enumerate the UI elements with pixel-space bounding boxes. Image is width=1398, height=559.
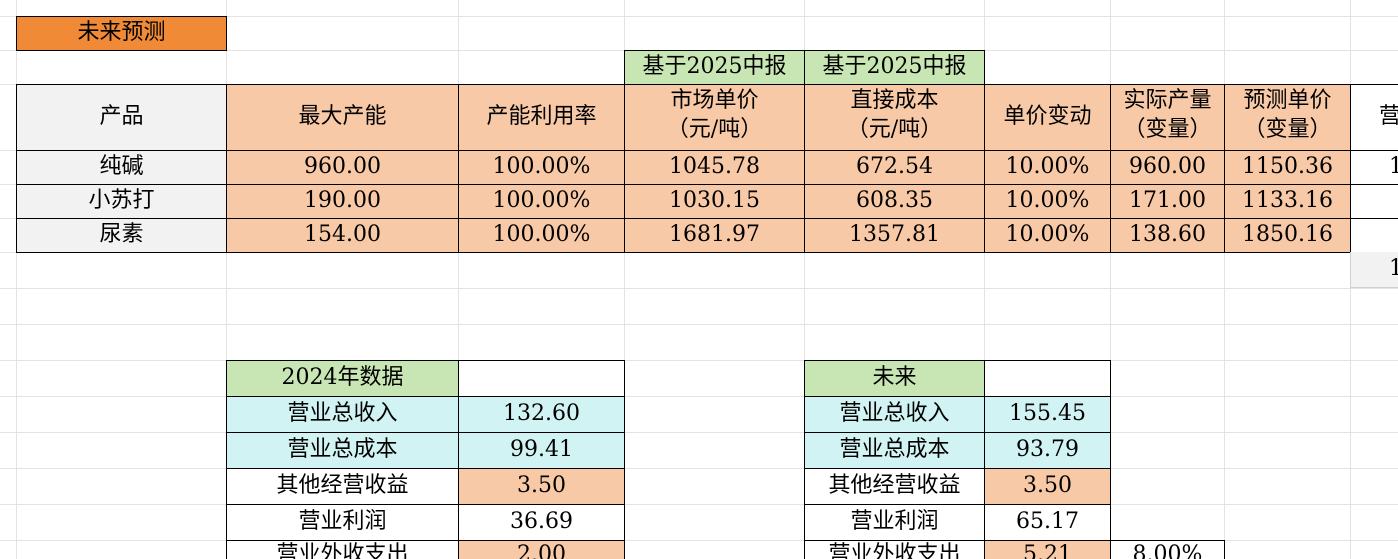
gridline [0, 396, 1398, 397]
data-future-value[interactable]: 155.45 [984, 396, 1111, 433]
data-2024-label[interactable]: 营业外收支出 [226, 540, 459, 559]
data-2024-header-value[interactable] [458, 360, 625, 397]
data-future-extra-rate[interactable]: 8.00% [1110, 540, 1225, 559]
gridline [0, 504, 1398, 505]
data-2024-value[interactable]: 3.50 [458, 468, 625, 505]
data-2024-header[interactable]: 2024年数据 [226, 360, 459, 397]
cell-revenue-cut[interactable] [1350, 184, 1398, 219]
cell-max-capacity[interactable]: 190.00 [226, 184, 459, 219]
data-2024-value[interactable]: 2.00 [458, 540, 625, 559]
gridline [0, 468, 1398, 469]
header-actual-output[interactable]: 实际产量 （变量） [1110, 84, 1225, 151]
cell-utilization[interactable]: 100.00% [458, 150, 625, 185]
data-future-value[interactable]: 5.21 [984, 540, 1111, 559]
data-future-label[interactable]: 营业总收入 [804, 396, 985, 433]
cell-revenue-total-cut[interactable]: 1 [1350, 252, 1398, 288]
header-actual-output-line2: （变量） [1123, 116, 1212, 142]
cell-price-change[interactable]: 10.00% [984, 150, 1111, 185]
header-forecast-price[interactable]: 预测单价 （变量） [1224, 84, 1351, 151]
spreadsheet-grid[interactable]: 未来预测 基于2025中报 基于2025中报 产品 最大产能 产能利用率 市场单… [0, 0, 1398, 559]
gridline [0, 324, 1398, 325]
cell-direct-cost[interactable]: 608.35 [804, 184, 985, 219]
gridline [0, 288, 1398, 289]
gridline [0, 360, 1398, 361]
cell-forecast-price[interactable]: 1150.36 [1224, 150, 1351, 185]
cell-product[interactable]: 纯碱 [16, 150, 227, 185]
cell-direct-cost[interactable]: 1357.81 [804, 218, 985, 253]
header-price-change[interactable]: 单价变动 [984, 84, 1111, 151]
basis-note-cost[interactable]: 基于2025中报 [804, 50, 985, 85]
cell-actual-output[interactable]: 171.00 [1110, 184, 1225, 219]
data-2024-value[interactable]: 132.60 [458, 396, 625, 433]
data-future-value[interactable]: 3.50 [984, 468, 1111, 505]
data-2024-value[interactable]: 99.41 [458, 432, 625, 469]
header-forecast-price-line1: 预测单价 [1243, 88, 1332, 113]
cell-market-price[interactable]: 1045.78 [624, 150, 805, 185]
cell-product[interactable]: 小苏打 [16, 184, 227, 219]
data-future-header-value[interactable] [984, 360, 1111, 397]
data-future-label[interactable]: 营业总成本 [804, 432, 985, 469]
cell-price-change[interactable]: 10.00% [984, 184, 1111, 219]
header-direct-cost[interactable]: 直接成本 （元/吨） [804, 84, 985, 151]
data-2024-label[interactable]: 营业总收入 [226, 396, 459, 433]
header-max-capacity[interactable]: 最大产能 [226, 84, 459, 151]
data-future-label[interactable]: 其他经营收益 [804, 468, 985, 505]
sheet-title[interactable]: 未来预测 [16, 16, 227, 51]
data-2024-label[interactable]: 营业总成本 [226, 432, 459, 469]
gridline [0, 432, 1398, 433]
cell-actual-output[interactable]: 138.60 [1110, 218, 1225, 253]
cell-utilization[interactable]: 100.00% [458, 184, 625, 219]
header-revenue-cut[interactable]: 营 [1350, 84, 1398, 151]
cell-market-price[interactable]: 1030.15 [624, 184, 805, 219]
cell-product[interactable]: 尿素 [16, 218, 227, 253]
cell-actual-output[interactable]: 960.00 [1110, 150, 1225, 185]
cell-max-capacity[interactable]: 154.00 [226, 218, 459, 253]
header-utilization[interactable]: 产能利用率 [458, 84, 625, 151]
data-future-value[interactable]: 65.17 [984, 504, 1111, 541]
data-future-header[interactable]: 未来 [804, 360, 985, 397]
cell-revenue-cut[interactable] [1350, 218, 1398, 253]
header-actual-output-line1: 实际产量 [1123, 88, 1212, 113]
header-product[interactable]: 产品 [16, 84, 227, 151]
data-future-label[interactable]: 营业外收支出 [804, 540, 985, 559]
header-direct-cost-line2: （元/吨） [846, 116, 943, 142]
header-direct-cost-line1: 直接成本 [850, 88, 939, 113]
data-2024-label[interactable]: 其他经营收益 [226, 468, 459, 505]
cell-price-change[interactable]: 10.00% [984, 218, 1111, 253]
cell-market-price[interactable]: 1681.97 [624, 218, 805, 253]
cell-revenue-cut[interactable]: 1 [1350, 150, 1398, 185]
cell-max-capacity[interactable]: 960.00 [226, 150, 459, 185]
basis-note-price[interactable]: 基于2025中报 [624, 50, 805, 85]
cell-forecast-price[interactable]: 1133.16 [1224, 184, 1351, 219]
data-future-value[interactable]: 93.79 [984, 432, 1111, 469]
header-market-price[interactable]: 市场单价 （元/吨） [624, 84, 805, 151]
data-future-label[interactable]: 营业利润 [804, 504, 985, 541]
data-2024-label[interactable]: 营业利润 [226, 504, 459, 541]
data-2024-value[interactable]: 36.69 [458, 504, 625, 541]
header-market-price-line2: （元/吨） [666, 116, 763, 142]
header-market-price-line1: 市场单价 [670, 88, 759, 113]
cell-utilization[interactable]: 100.00% [458, 218, 625, 253]
cell-direct-cost[interactable]: 672.54 [804, 150, 985, 185]
header-forecast-price-line2: （变量） [1243, 116, 1332, 142]
cell-forecast-price[interactable]: 1850.16 [1224, 218, 1351, 253]
